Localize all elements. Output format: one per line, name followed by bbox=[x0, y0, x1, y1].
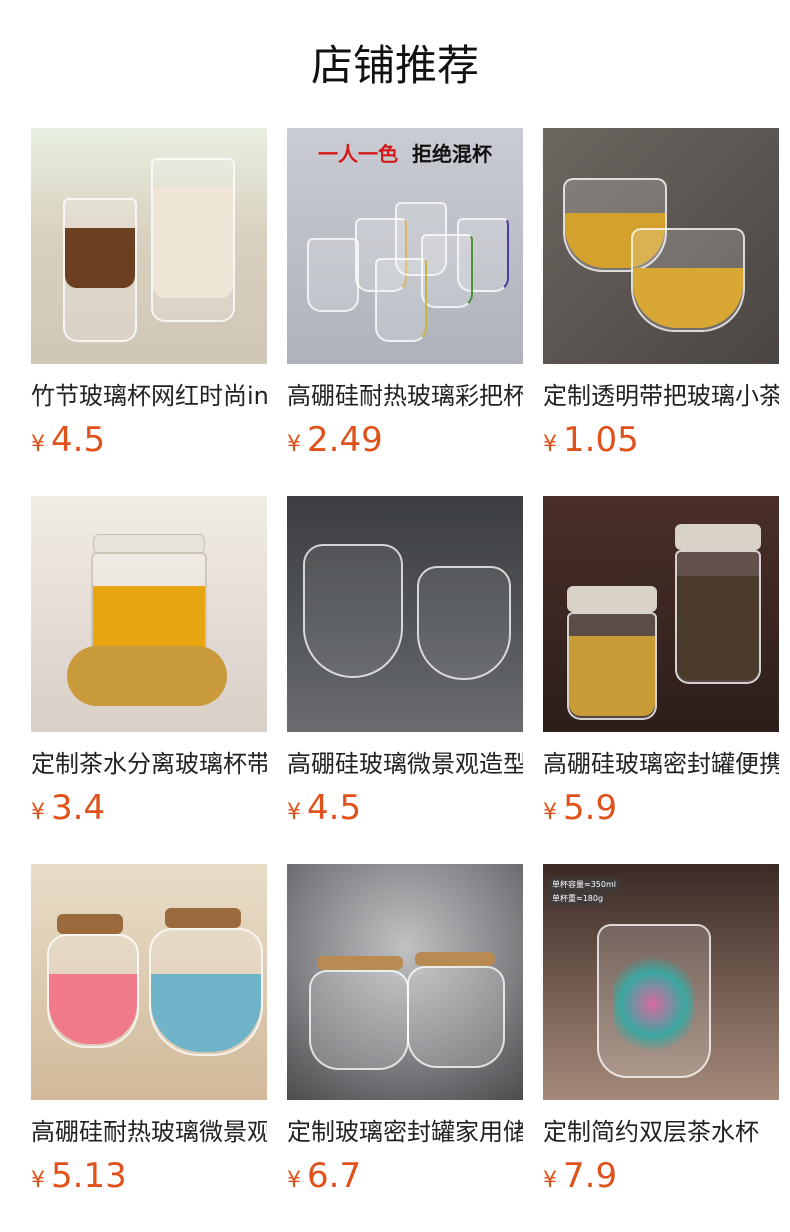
price-value: 5.9 bbox=[563, 788, 618, 828]
bamboo-lid bbox=[415, 952, 495, 966]
product-image[interactable] bbox=[287, 496, 523, 732]
price-value: 4.5 bbox=[51, 420, 106, 460]
currency-symbol: ¥ bbox=[287, 432, 301, 457]
jar-lid bbox=[675, 524, 761, 550]
coffee-layer bbox=[65, 228, 135, 288]
product-name[interactable]: 竹节玻璃杯网红时尚ins bbox=[31, 380, 267, 412]
page-title: 店铺推荐 bbox=[310, 41, 479, 90]
currency-symbol: ¥ bbox=[31, 800, 45, 825]
jar-contents bbox=[569, 636, 655, 716]
milk-layer bbox=[153, 188, 233, 298]
jar-lid bbox=[567, 586, 657, 612]
product-image[interactable] bbox=[543, 496, 779, 732]
flower-contents bbox=[613, 954, 693, 1054]
product-card-8[interactable]: 定制玻璃密封罐家用储物 ¥6.7 bbox=[287, 864, 523, 1204]
product-name[interactable]: 高硼硅耐热玻璃彩把杯 bbox=[287, 380, 523, 412]
product-image[interactable] bbox=[31, 128, 267, 364]
product-name[interactable]: 定制透明带把玻璃小茶杯 bbox=[543, 380, 779, 412]
price-value: 6.7 bbox=[307, 1156, 362, 1196]
product-card-1[interactable]: 竹节玻璃杯网红时尚ins ¥4.5 bbox=[31, 128, 267, 468]
price-value: 2.49 bbox=[307, 420, 383, 460]
currency-symbol: ¥ bbox=[287, 800, 301, 825]
bamboo-lid bbox=[317, 956, 403, 970]
price-value: 3.4 bbox=[51, 788, 106, 828]
product-card-7[interactable]: 高硼硅耐热玻璃微景观瓶 ¥5.13 bbox=[31, 864, 267, 1204]
product-price: ¥4.5 bbox=[287, 786, 523, 836]
product-image[interactable]: 单杯容量≈350ml 单杯重≈180g bbox=[543, 864, 779, 1100]
product-price: ¥5.9 bbox=[543, 786, 779, 836]
product-card-3[interactable]: 定制透明带把玻璃小茶杯 ¥1.05 bbox=[543, 128, 779, 468]
glass-shape bbox=[417, 566, 511, 680]
product-image[interactable]: 一人一色 拒绝混杯 bbox=[287, 128, 523, 364]
jar-shape bbox=[407, 966, 505, 1068]
product-name[interactable]: 高硼硅耐热玻璃微景观瓶 bbox=[31, 1116, 267, 1148]
glass-shape bbox=[307, 238, 359, 312]
glass-lid bbox=[93, 534, 205, 554]
currency-symbol: ¥ bbox=[287, 1168, 301, 1193]
currency-symbol: ¥ bbox=[543, 1168, 557, 1193]
price-value: 1.05 bbox=[563, 420, 639, 460]
product-card-9[interactable]: 单杯容量≈350ml 单杯重≈180g 定制简约双层茶水杯 ¥7.9 bbox=[543, 864, 779, 1204]
price-value: 5.13 bbox=[51, 1156, 127, 1196]
jar-shape bbox=[309, 970, 409, 1070]
product-price: ¥6.7 bbox=[287, 1154, 523, 1204]
product-name[interactable]: 定制玻璃密封罐家用储物 bbox=[287, 1116, 523, 1148]
spec-tag: 单杯重≈180g bbox=[549, 892, 607, 905]
product-name[interactable]: 定制茶水分离玻璃杯带盖 bbox=[31, 748, 267, 780]
product-image[interactable] bbox=[287, 864, 523, 1100]
product-image[interactable] bbox=[31, 496, 267, 732]
price-value: 4.5 bbox=[307, 788, 362, 828]
promo-text: 一人一色 拒绝混杯 bbox=[318, 142, 492, 166]
product-price: ¥5.13 bbox=[31, 1154, 267, 1204]
jar-contents bbox=[677, 576, 759, 680]
currency-symbol: ¥ bbox=[543, 800, 557, 825]
warmer-base bbox=[67, 646, 227, 706]
product-card-4[interactable]: 定制茶水分离玻璃杯带盖 ¥3.4 bbox=[31, 496, 267, 836]
cork-lid bbox=[57, 914, 123, 934]
product-price: ¥7.9 bbox=[543, 1154, 779, 1204]
product-price: ¥3.4 bbox=[31, 786, 267, 836]
product-name[interactable]: 高硼硅玻璃微景观造型杯 bbox=[287, 748, 523, 780]
product-card-2[interactable]: 一人一色 拒绝混杯 高硼硅耐热玻璃彩把杯 ¥2.49 bbox=[287, 128, 523, 468]
product-name[interactable]: 高硼硅玻璃密封罐便携式 bbox=[543, 748, 779, 780]
product-price: ¥2.49 bbox=[287, 418, 523, 468]
cork-lid bbox=[165, 908, 241, 928]
glass-shape bbox=[303, 544, 403, 678]
glow-contents bbox=[49, 974, 137, 1044]
glass-shape bbox=[375, 258, 427, 342]
product-price: ¥4.5 bbox=[31, 418, 267, 468]
product-image[interactable] bbox=[543, 128, 779, 364]
currency-symbol: ¥ bbox=[31, 432, 45, 457]
product-name[interactable]: 定制简约双层茶水杯 bbox=[543, 1116, 779, 1148]
spec-tag: 单杯容量≈350ml bbox=[549, 878, 619, 891]
product-price: ¥1.05 bbox=[543, 418, 779, 468]
product-image[interactable] bbox=[31, 864, 267, 1100]
currency-symbol: ¥ bbox=[31, 1168, 45, 1193]
price-value: 7.9 bbox=[563, 1156, 618, 1196]
glass-shape bbox=[421, 234, 473, 308]
product-card-6[interactable]: 高硼硅玻璃密封罐便携式 ¥5.9 bbox=[543, 496, 779, 836]
product-card-5[interactable]: 高硼硅玻璃微景观造型杯 ¥4.5 bbox=[287, 496, 523, 836]
currency-symbol: ¥ bbox=[543, 432, 557, 457]
